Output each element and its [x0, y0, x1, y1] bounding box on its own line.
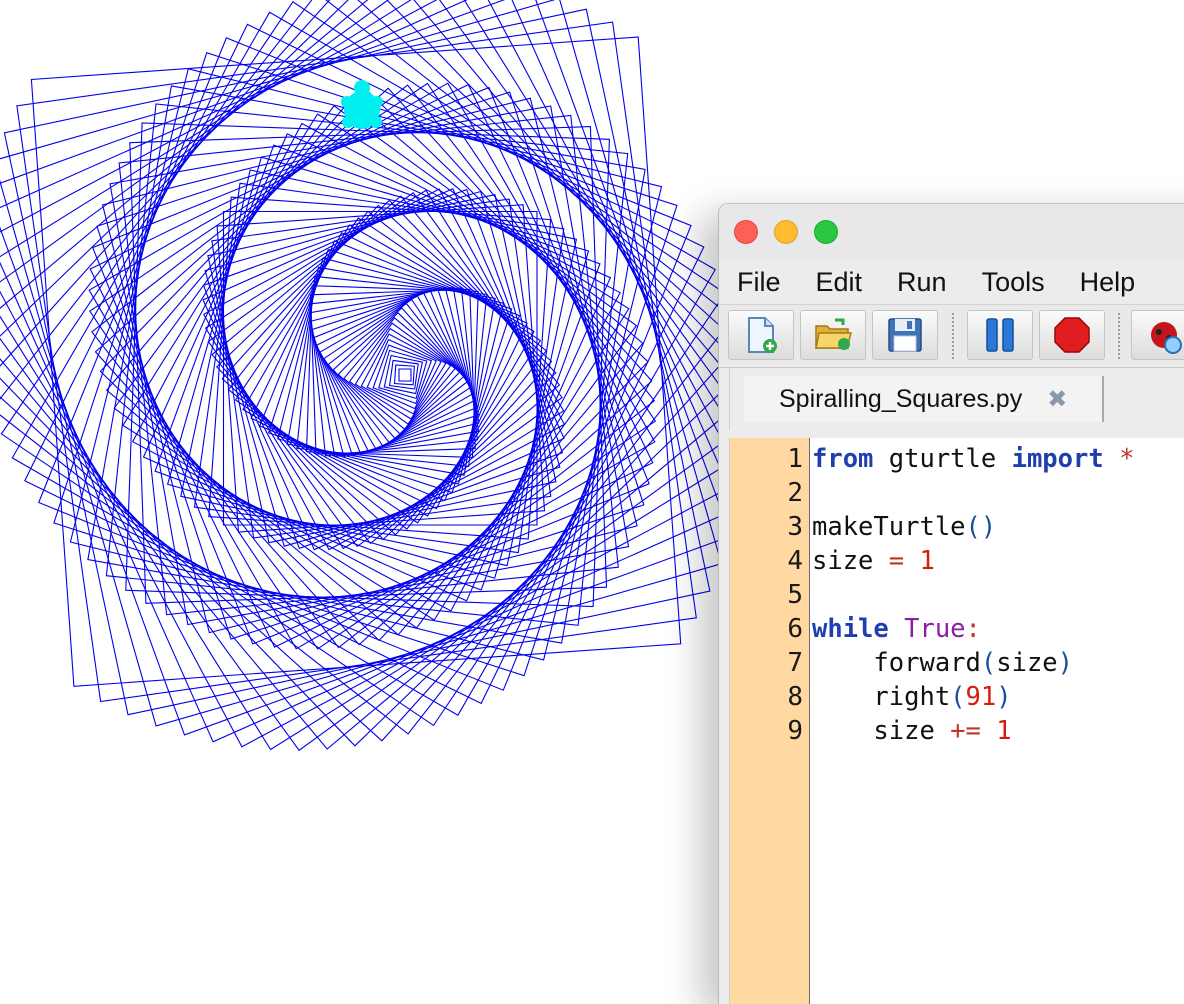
spiral-square: [204, 189, 565, 550]
code-token: =: [888, 546, 905, 576]
code-token: +=: [950, 716, 981, 746]
code-token: 91: [965, 682, 997, 712]
pause-button[interactable]: [967, 310, 1033, 360]
code-token: right: [812, 682, 951, 712]
save-file-button[interactable]: [872, 310, 938, 360]
tab-spiralling-squares[interactable]: Spiralling_Squares.py ✖: [744, 376, 1104, 422]
code-line[interactable]: right(91): [812, 680, 1012, 714]
code-line[interactable]: size = 1: [812, 544, 935, 578]
code-token: (: [980, 648, 997, 678]
line-number: 8: [787, 682, 803, 712]
code-token: 1: [996, 716, 1012, 746]
code-token: True: [904, 614, 966, 644]
spiral-square: [398, 368, 412, 382]
new-file-button[interactable]: [728, 310, 794, 360]
line-number: 3: [787, 512, 803, 542]
stop-button[interactable]: [1039, 310, 1105, 360]
line-number-gutter: 1 2 3 4 5 6 7 8 9: [730, 438, 810, 1004]
line-number: 7: [787, 648, 803, 678]
code-token: gturtle: [873, 444, 1012, 474]
menu-tools[interactable]: Tools: [982, 267, 1045, 298]
menu-help[interactable]: Help: [1080, 267, 1136, 298]
spiral-square: [348, 322, 452, 425]
menu-edit[interactable]: Edit: [816, 267, 863, 298]
debug-button[interactable]: [1131, 310, 1184, 360]
code-token: makeTurtle: [812, 512, 966, 542]
minimize-window-button[interactable]: [774, 220, 798, 244]
code-token: size: [812, 716, 951, 746]
code-line[interactable]: forward(size): [812, 646, 1073, 680]
open-file-button[interactable]: [800, 310, 866, 360]
menu-run[interactable]: Run: [897, 267, 947, 298]
code-editor[interactable]: 1 2 3 4 5 6 7 8 9 from gturtle import * makeTurtl…: [729, 438, 1184, 1004]
code-line[interactable]: while True:: [812, 612, 981, 646]
code-token: (): [965, 512, 997, 542]
code-token: forward: [812, 648, 981, 678]
close-window-button[interactable]: [734, 220, 758, 244]
pause-icon: [986, 318, 1014, 352]
line-number: 5: [787, 580, 803, 610]
spiral-square: [327, 302, 469, 444]
editor-tab-bar: Spiralling_Squares.py ✖: [729, 368, 1184, 430]
code-token: import: [1011, 444, 1104, 474]
menu-bar: File Edit Run Tools Help: [719, 260, 1184, 304]
code-token: while: [812, 614, 889, 644]
code-token: *: [1103, 444, 1135, 474]
line-number: 9: [787, 716, 803, 746]
tab-label: Spiralling_Squares.py: [779, 384, 1023, 413]
close-tab-icon[interactable]: ✖: [1047, 385, 1067, 414]
menu-file[interactable]: File: [737, 267, 781, 298]
spiral-square: [208, 196, 552, 540]
spiral-square: [202, 188, 564, 550]
spiral-square: [53, 52, 678, 677]
new-document-icon: [748, 317, 777, 353]
toolbar-separator: [1118, 313, 1120, 359]
spiral-square: [207, 194, 557, 544]
code-token: from: [812, 444, 874, 474]
code-token: ): [996, 682, 1012, 712]
zoom-window-button[interactable]: [814, 220, 838, 244]
code-token: 1: [919, 546, 935, 576]
code-token: (: [950, 682, 966, 712]
code-token: :: [965, 614, 981, 644]
code-line[interactable]: makeTurtle(): [812, 510, 996, 544]
code-line[interactable]: size += 1: [812, 714, 1012, 748]
stop-sign-icon: [1054, 317, 1090, 353]
title-bar: [719, 204, 1184, 260]
spiral-square: [96, 91, 645, 640]
line-number: 1: [787, 444, 803, 474]
toolbar: [719, 304, 1184, 368]
floppy-disk-icon: [888, 318, 922, 352]
line-number: 4: [787, 546, 803, 576]
code-token: size: [996, 648, 1058, 678]
toolbar-separator: [952, 313, 954, 359]
code-token: size: [812, 546, 889, 576]
code-line[interactable]: from gturtle import *: [812, 442, 1134, 476]
spiral-square: [211, 198, 552, 539]
open-folder-icon: [815, 318, 852, 350]
line-number: 6: [787, 614, 803, 644]
line-number: 2: [787, 478, 803, 508]
ide-window: File Edit Run Tools Help Spiralling_Squa…: [718, 203, 1184, 1004]
code-token: ): [1057, 648, 1074, 678]
ladybug-icon: [1151, 322, 1182, 354]
